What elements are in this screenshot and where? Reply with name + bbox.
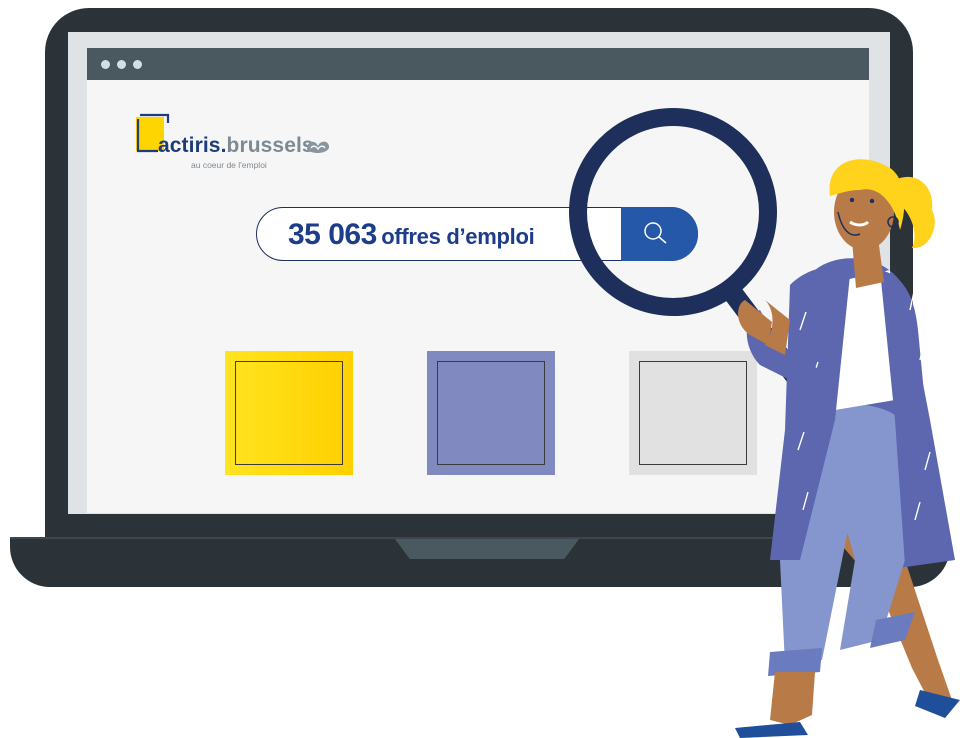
stage: actiris.brussels au coeur de l'emploi 35… (0, 0, 960, 738)
woman-with-magnifier-illustration (569, 108, 960, 738)
